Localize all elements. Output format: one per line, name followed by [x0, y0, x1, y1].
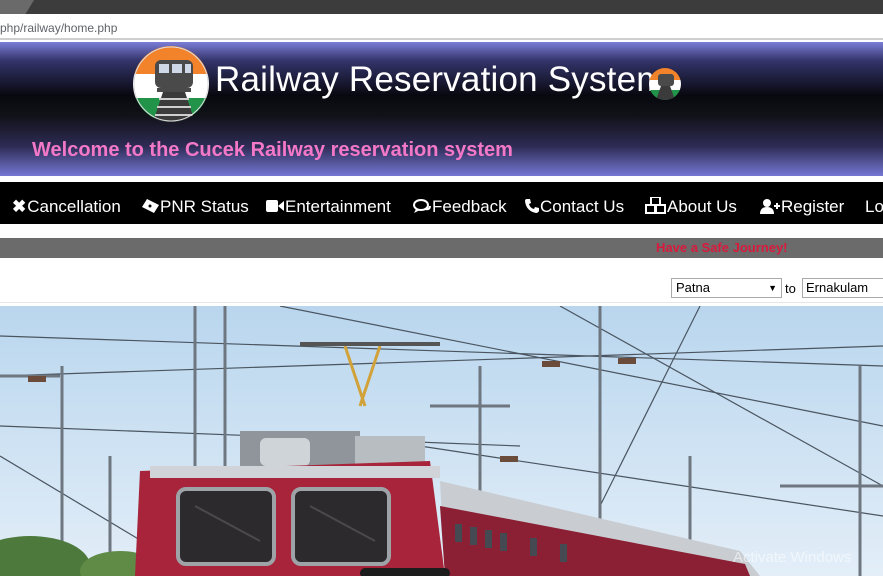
address-url: php/railway/home.php [0, 21, 118, 35]
nav-label: Feedback [432, 197, 507, 216]
nav-register[interactable]: Register [760, 182, 844, 224]
from-station-select[interactable]: Patna ▼ [671, 278, 782, 298]
nav-cancellation[interactable]: ✖Cancellation [12, 182, 121, 224]
ticket-icon [142, 182, 159, 224]
nav-entertainment[interactable]: Entertainment [266, 182, 391, 224]
search-row-divider [0, 302, 883, 303]
nav-contact-us[interactable]: Contact Us [525, 182, 624, 224]
site-header: Railway Reservation System Welcome to th… [0, 42, 883, 176]
nav-label: Cancellation [27, 197, 121, 216]
main-nav: ✖Cancellation PNR Status Entertainment F… [0, 182, 883, 224]
nav-pnr-status[interactable]: PNR Status [142, 182, 249, 224]
to-label: to [785, 281, 796, 296]
browser-tab-strip [0, 0, 883, 14]
browser-tab[interactable] [0, 0, 34, 14]
marquee-text: Have a Safe Journey! [656, 240, 788, 255]
nav-label: About Us [667, 197, 737, 216]
activate-windows-watermark: Activate Windows [733, 549, 852, 566]
comments-icon [413, 182, 431, 224]
site-title: Railway Reservation System [215, 60, 666, 99]
video-camera-icon [266, 182, 284, 224]
nav-label: Register [781, 197, 845, 216]
user-plus-icon [760, 182, 780, 224]
nav-label: Contact Us [540, 197, 625, 216]
nav-label: PNR Status [160, 197, 249, 216]
nav-about-us[interactable]: About Us [645, 182, 737, 224]
hero-train-image [0, 306, 883, 576]
nav-feedback[interactable]: Feedback [413, 182, 507, 224]
cubes-icon [645, 182, 666, 224]
nav-login[interactable]: Lo [865, 182, 883, 224]
to-station-input[interactable]: Ernakulam [802, 278, 883, 298]
welcome-message: Welcome to the Cucek Railway reservation… [32, 139, 513, 161]
phone-icon [525, 182, 539, 224]
close-icon: ✖ [12, 197, 27, 216]
nav-label: Entertainment [285, 197, 391, 216]
address-bar[interactable]: php/railway/home.php [0, 14, 883, 40]
from-station-value: Patna [676, 280, 710, 295]
railway-logo-icon [133, 46, 209, 122]
chevron-down-icon: ▼ [768, 283, 777, 293]
railway-small-logo-icon [649, 68, 681, 100]
nav-label: Lo [865, 197, 883, 216]
